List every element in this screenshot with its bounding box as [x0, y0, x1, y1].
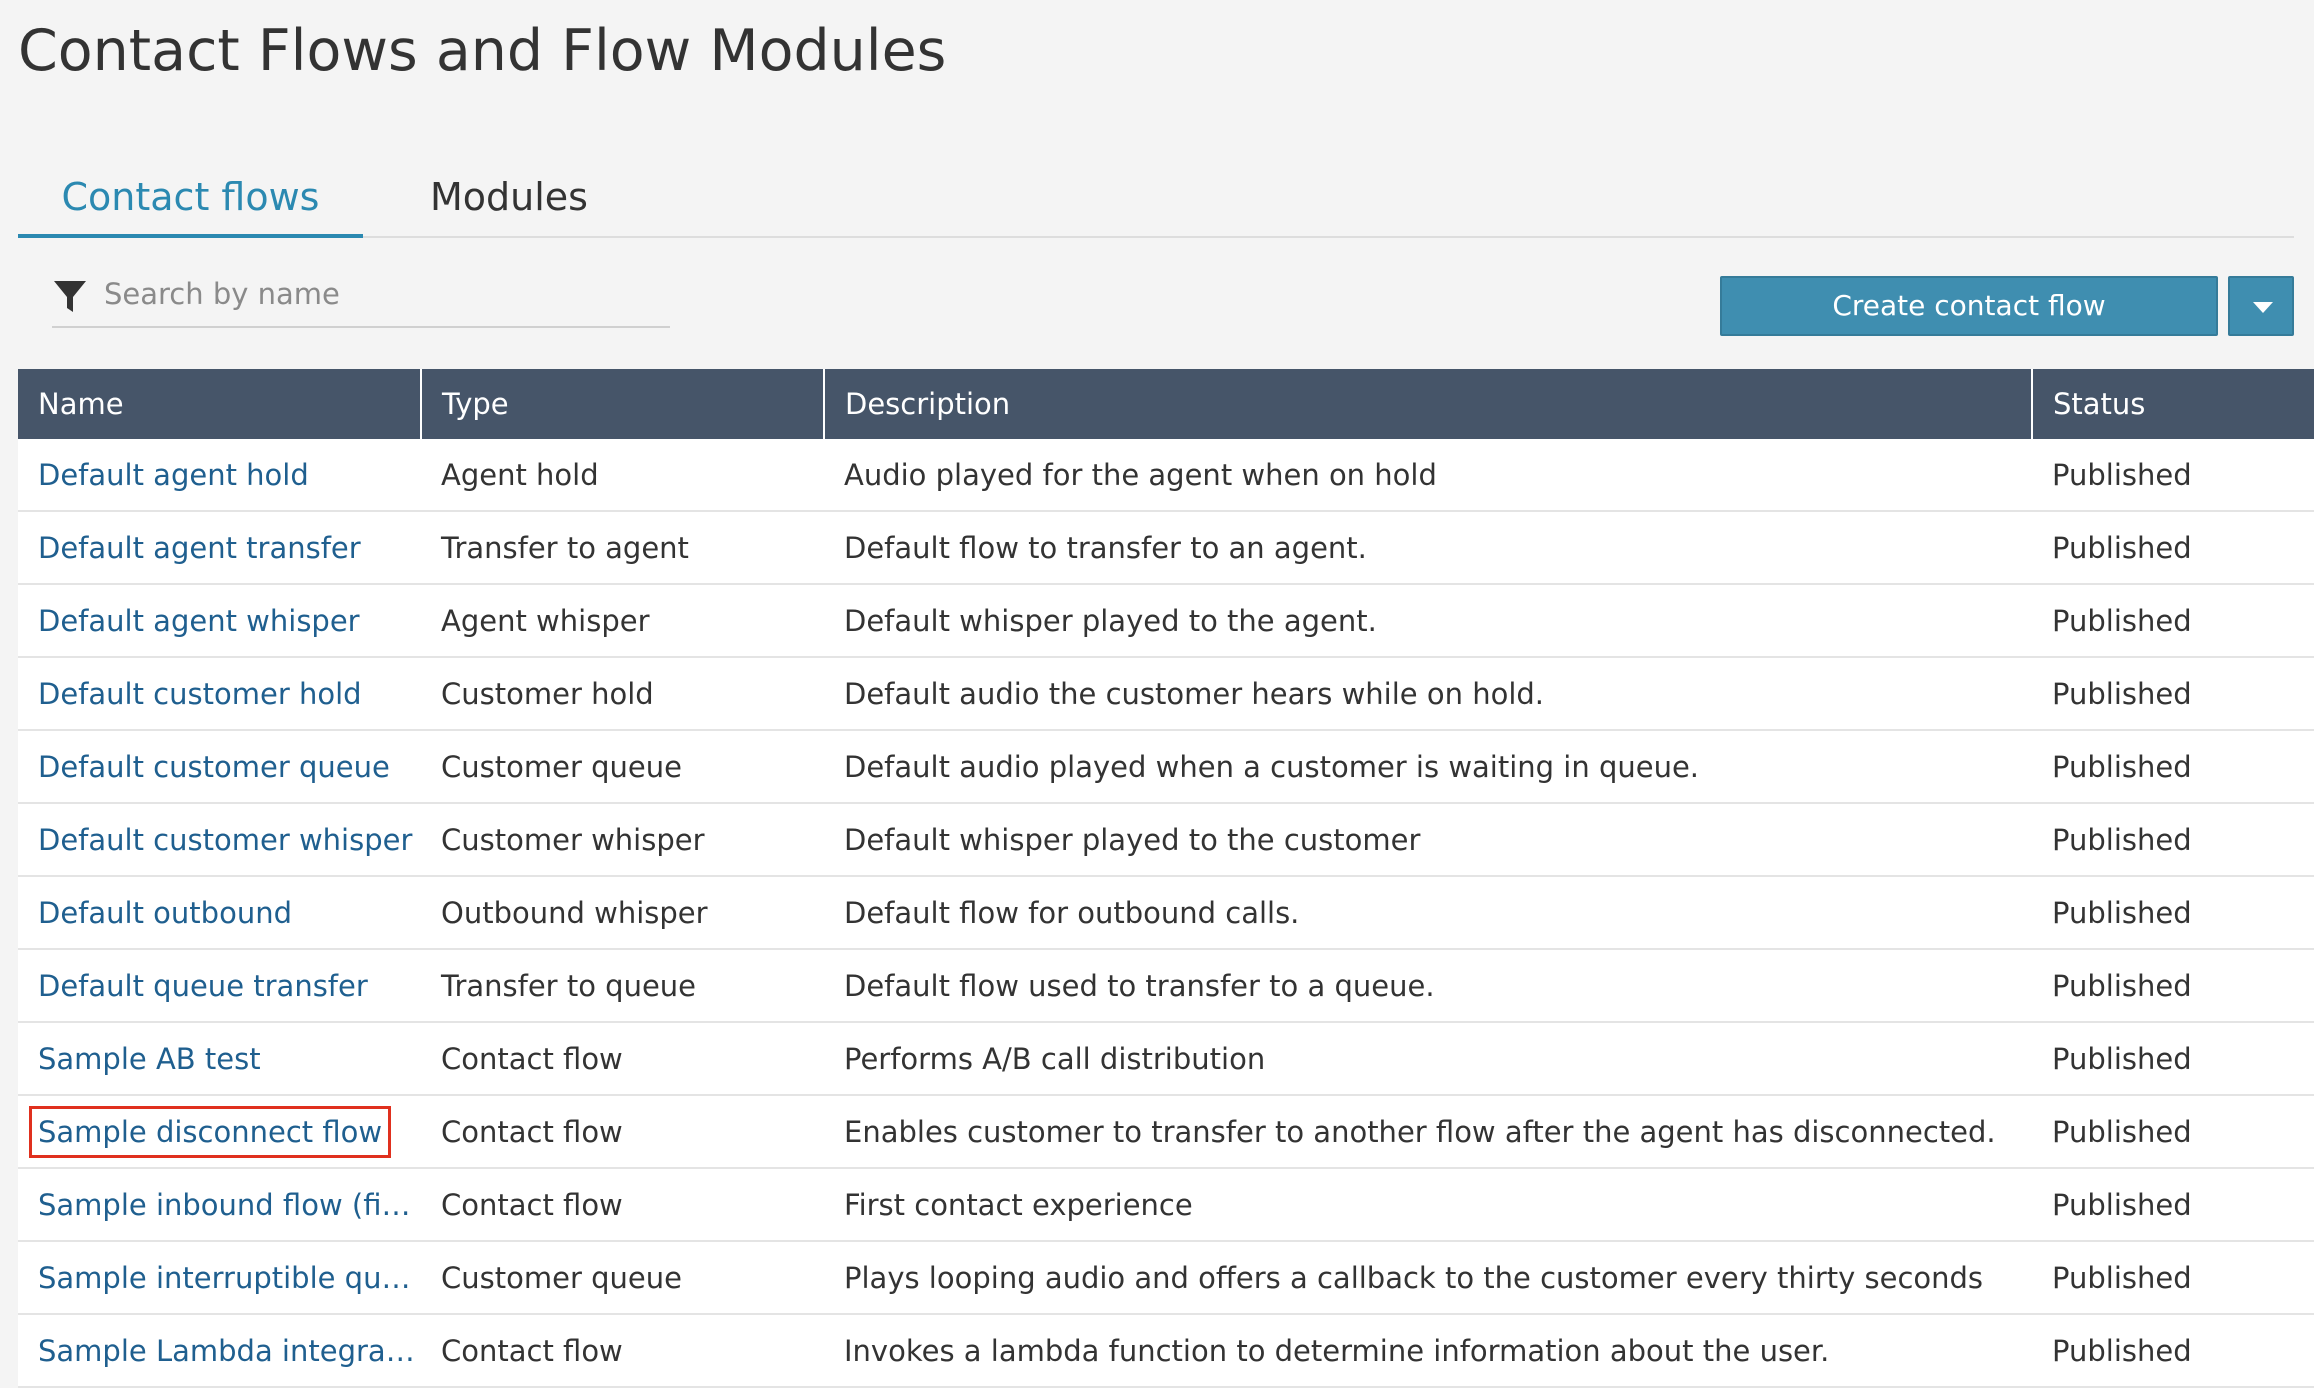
table-row[interactable]: Sample disconnect flow Contact flow Enable…	[18, 1095, 2314, 1169]
status-cell: Published	[2032, 1168, 2314, 1242]
flow-name-link[interactable]: Default outbound	[38, 896, 292, 930]
tab-contact-flows[interactable]: Contact flows	[18, 160, 363, 238]
table-row[interactable]: Sample AB test Contact flow Performs A/B c…	[18, 1022, 2314, 1096]
table-body: Default agent hold Agent hold Audio played…	[18, 439, 2314, 1388]
status-cell: Published	[2032, 803, 2314, 877]
flow-name-link[interactable]: Sample inbound flow (fir…	[38, 1188, 421, 1222]
description-cell: First contact experience	[824, 1168, 2032, 1242]
description-cell: Invokes a lambda function to determine i…	[824, 1314, 2032, 1388]
table-row[interactable]: Default agent hold Agent hold Audio played…	[18, 439, 2314, 512]
table-row[interactable]: Sample Lambda integrat… Contact flow Invok…	[18, 1314, 2314, 1388]
table-row[interactable]: Sample inbound flow (fir… Contact flow Fir…	[18, 1168, 2314, 1242]
name-cell: Sample disconnect flow	[18, 1095, 421, 1169]
name-cell: Default customer whisper	[18, 803, 421, 877]
tab-bar: Contact flows Modules	[18, 160, 2294, 238]
flow-name-link[interactable]: Default queue transfer	[38, 969, 368, 1003]
type-cell: Outbound whisper	[421, 876, 824, 950]
flow-name-link[interactable]: Default customer hold	[38, 677, 362, 711]
name-cell: Default agent hold	[18, 439, 421, 512]
description-cell: Performs A/B call distribution	[824, 1022, 2032, 1096]
table-row[interactable]: Default customer hold Customer hold Defaul…	[18, 657, 2314, 731]
status-cell: Published	[2032, 511, 2314, 585]
search-input[interactable]	[102, 268, 666, 320]
name-cell: Default agent transfer	[18, 511, 421, 585]
status-cell: Published	[2032, 1095, 2314, 1169]
column-header-type[interactable]: Type	[421, 369, 825, 439]
type-cell: Contact flow	[421, 1168, 824, 1242]
status-cell: Published	[2032, 876, 2314, 950]
create-options-dropdown-button[interactable]	[2228, 276, 2294, 336]
flow-name-link[interactable]: Sample Lambda integrat…	[38, 1334, 421, 1368]
name-cell: Sample AB test	[18, 1022, 421, 1096]
status-cell: Published	[2032, 730, 2314, 804]
tab-modules[interactable]: Modules	[406, 160, 612, 234]
flow-name-link[interactable]: Default agent transfer	[38, 531, 361, 565]
status-cell: Published	[2032, 657, 2314, 731]
description-cell: Default whisper played to the customer	[824, 803, 2032, 877]
column-header-description[interactable]: Description	[824, 369, 2033, 439]
table-row[interactable]: Default agent whisper Agent whisper Defaul…	[18, 584, 2314, 658]
flow-name-link[interactable]: Sample interruptible qu…	[38, 1261, 410, 1295]
type-cell: Customer whisper	[421, 803, 824, 877]
name-cell: Sample interruptible qu…	[18, 1241, 421, 1315]
name-cell: Default customer queue	[18, 730, 421, 804]
name-cell: Default customer hold	[18, 657, 421, 731]
status-cell: Published	[2032, 439, 2314, 512]
name-cell: Default outbound	[18, 876, 421, 950]
description-cell: Default whisper played to the agent.	[824, 584, 2032, 658]
name-cell: Sample inbound flow (fir…	[18, 1168, 421, 1242]
table-row[interactable]: Default customer whisper Customer whisper…	[18, 803, 2314, 877]
caret-down-icon	[2253, 302, 2273, 313]
description-cell: Default audio played when a customer is …	[824, 730, 2032, 804]
description-cell: Enables customer to transfer to another …	[824, 1095, 2032, 1169]
name-cell: Sample Lambda integrat…	[18, 1314, 421, 1388]
type-cell: Agent hold	[421, 439, 824, 512]
name-cell: Default queue transfer	[18, 949, 421, 1023]
flow-name-link[interactable]: Default agent whisper	[38, 604, 360, 638]
flow-name-link[interactable]: Sample disconnect flow	[28, 1105, 392, 1158]
column-header-name[interactable]: Name	[18, 369, 422, 439]
description-cell: Default audio the customer hears while o…	[824, 657, 2032, 731]
flow-name-link[interactable]: Sample AB test	[38, 1042, 261, 1076]
type-cell: Agent whisper	[421, 584, 824, 658]
flow-name-link[interactable]: Default customer whisper	[38, 823, 412, 857]
status-cell: Published	[2032, 1241, 2314, 1315]
type-cell: Customer queue	[421, 1241, 824, 1315]
type-cell: Transfer to agent	[421, 511, 824, 585]
type-cell: Transfer to queue	[421, 949, 824, 1023]
name-cell: Default agent whisper	[18, 584, 421, 658]
create-contact-flow-button[interactable]: Create contact flow	[1720, 276, 2218, 336]
description-cell: Plays looping audio and offers a callbac…	[824, 1241, 2032, 1315]
type-cell: Customer hold	[421, 657, 824, 731]
type-cell: Customer queue	[421, 730, 824, 804]
column-header-status[interactable]: Status	[2032, 369, 2314, 439]
description-cell: Default flow for outbound calls.	[824, 876, 2032, 950]
status-cell: Published	[2032, 949, 2314, 1023]
page-title: Contact Flows and Flow Modules	[18, 18, 947, 84]
search-bar	[52, 268, 670, 328]
description-cell: Audio played for the agent when on hold	[824, 439, 2032, 512]
description-cell: Default flow to transfer to an agent.	[824, 511, 2032, 585]
type-cell: Contact flow	[421, 1095, 824, 1169]
contact-flows-table: Name Type Description Status Default age…	[18, 369, 2314, 1388]
flow-name-link[interactable]: Default customer queue	[38, 750, 390, 784]
flow-name-link[interactable]: Default agent hold	[38, 458, 309, 492]
table-row[interactable]: Default queue transfer Transfer to queue D…	[18, 949, 2314, 1023]
status-cell: Published	[2032, 584, 2314, 658]
table-row[interactable]: Default customer queue Customer queue Defa…	[18, 730, 2314, 804]
table-row[interactable]: Default outbound Outbound whisper Default …	[18, 876, 2314, 950]
table-header-row: Name Type Description Status	[18, 369, 2314, 439]
type-cell: Contact flow	[421, 1314, 824, 1388]
table-row[interactable]: Sample interruptible qu… Customer queue Pl…	[18, 1241, 2314, 1315]
type-cell: Contact flow	[421, 1022, 824, 1096]
description-cell: Default flow used to transfer to a queue…	[824, 949, 2032, 1023]
filter-icon[interactable]	[52, 278, 88, 314]
status-cell: Published	[2032, 1022, 2314, 1096]
status-cell: Published	[2032, 1314, 2314, 1388]
table-row[interactable]: Default agent transfer Transfer to agent D…	[18, 511, 2314, 585]
